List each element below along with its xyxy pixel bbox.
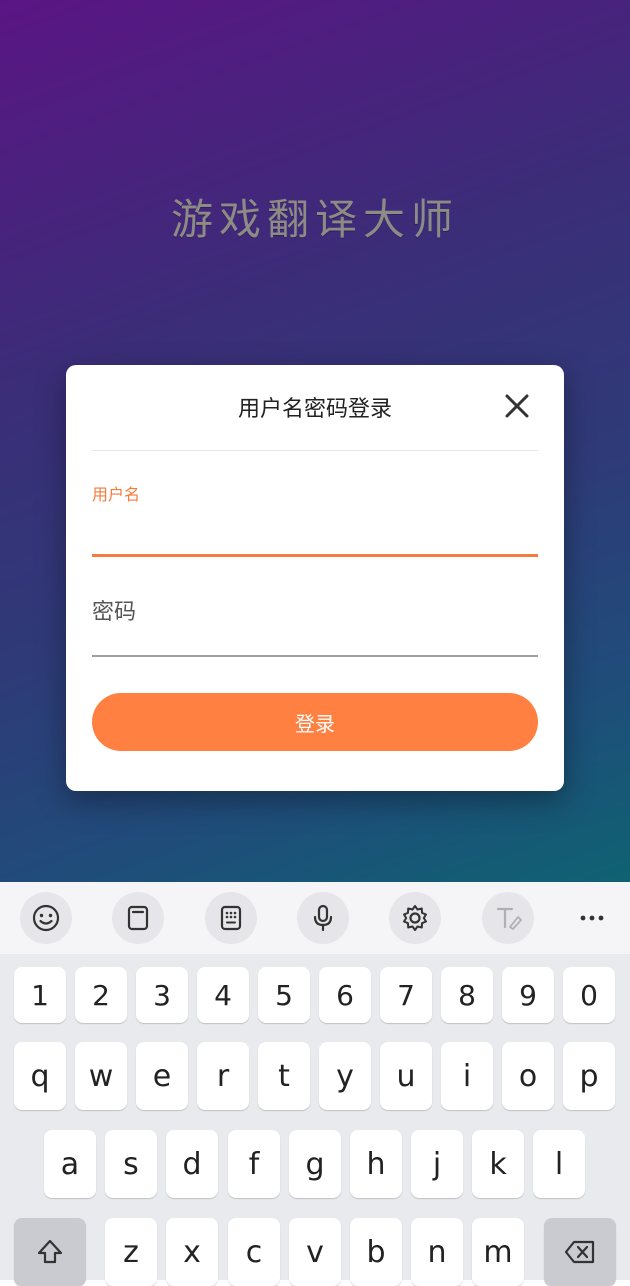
key-v[interactable]: v — [289, 1218, 341, 1286]
login-button[interactable]: 登录 — [92, 693, 538, 751]
key-i[interactable]: i — [441, 1042, 493, 1110]
clipboard-button[interactable] — [112, 892, 164, 944]
key-r[interactable]: r — [197, 1042, 249, 1110]
settings-button[interactable] — [389, 892, 441, 944]
emoji-icon — [32, 904, 60, 932]
key-u[interactable]: u — [380, 1042, 432, 1110]
close-icon — [505, 394, 529, 418]
key-s[interactable]: s — [105, 1130, 157, 1198]
username-input[interactable] — [92, 505, 538, 557]
voice-button[interactable] — [297, 892, 349, 944]
key-5[interactable]: 5 — [258, 967, 310, 1023]
key-l[interactable]: l — [533, 1130, 585, 1198]
emoji-button[interactable] — [20, 892, 72, 944]
key-x[interactable]: x — [166, 1218, 218, 1286]
key-q[interactable]: q — [14, 1042, 66, 1110]
key-f[interactable]: f — [228, 1130, 280, 1198]
delete-key[interactable] — [544, 1218, 616, 1286]
microphone-icon — [313, 904, 333, 932]
key-p[interactable]: p — [563, 1042, 615, 1110]
close-button[interactable] — [504, 393, 530, 419]
key-6[interactable]: 6 — [319, 967, 371, 1023]
backspace-icon — [564, 1240, 595, 1264]
key-2[interactable]: 2 — [75, 967, 127, 1023]
key-a[interactable]: a — [44, 1130, 96, 1198]
key-t[interactable]: t — [258, 1042, 310, 1110]
key-9[interactable]: 9 — [502, 967, 554, 1023]
key-e[interactable]: e — [136, 1042, 188, 1110]
key-0[interactable]: 0 — [563, 967, 615, 1023]
key-k[interactable]: k — [472, 1130, 524, 1198]
key-z[interactable]: z — [105, 1218, 157, 1286]
more-button[interactable] — [566, 892, 618, 944]
key-y[interactable]: y — [319, 1042, 371, 1110]
key-m[interactable]: m — [472, 1218, 524, 1286]
more-icon — [580, 915, 604, 921]
keyboard-toolbar — [0, 882, 630, 954]
key-w[interactable]: w — [75, 1042, 127, 1110]
key-b[interactable]: b — [350, 1218, 402, 1286]
password-input[interactable] — [92, 587, 538, 657]
key-g[interactable]: g — [289, 1130, 341, 1198]
app-title: 游戏翻译大师 — [170, 195, 459, 244]
clipboard-icon — [127, 905, 149, 931]
dialog-title: 用户名密码登录 — [237, 397, 392, 422]
dialog-divider — [92, 450, 538, 451]
username-label: 用户名 — [92, 485, 141, 504]
key-c[interactable]: c — [228, 1218, 280, 1286]
key-h[interactable]: h — [350, 1130, 402, 1198]
key-3[interactable]: 3 — [136, 967, 188, 1023]
key-o[interactable]: o — [502, 1042, 554, 1110]
soft-keyboard: 1 2 3 4 5 6 7 8 9 0 q w e r t y u i o p … — [0, 882, 630, 1286]
shift-key[interactable] — [14, 1218, 86, 1286]
key-n[interactable]: n — [411, 1218, 463, 1286]
key-1[interactable]: 1 — [14, 967, 66, 1023]
shift-icon — [37, 1239, 63, 1264]
handwriting-button[interactable] — [482, 892, 534, 944]
settings-icon — [403, 905, 427, 931]
key-d[interactable]: d — [166, 1130, 218, 1198]
key-4[interactable]: 4 — [197, 967, 249, 1023]
key-j[interactable]: j — [411, 1130, 463, 1198]
login-dialog: 用户名密码登录 用户名 登录 — [66, 365, 564, 791]
key-7[interactable]: 7 — [380, 967, 432, 1023]
keypad-button[interactable] — [205, 892, 257, 944]
keypad-icon — [220, 905, 242, 931]
handwriting-icon — [496, 907, 522, 930]
key-8[interactable]: 8 — [441, 967, 493, 1023]
